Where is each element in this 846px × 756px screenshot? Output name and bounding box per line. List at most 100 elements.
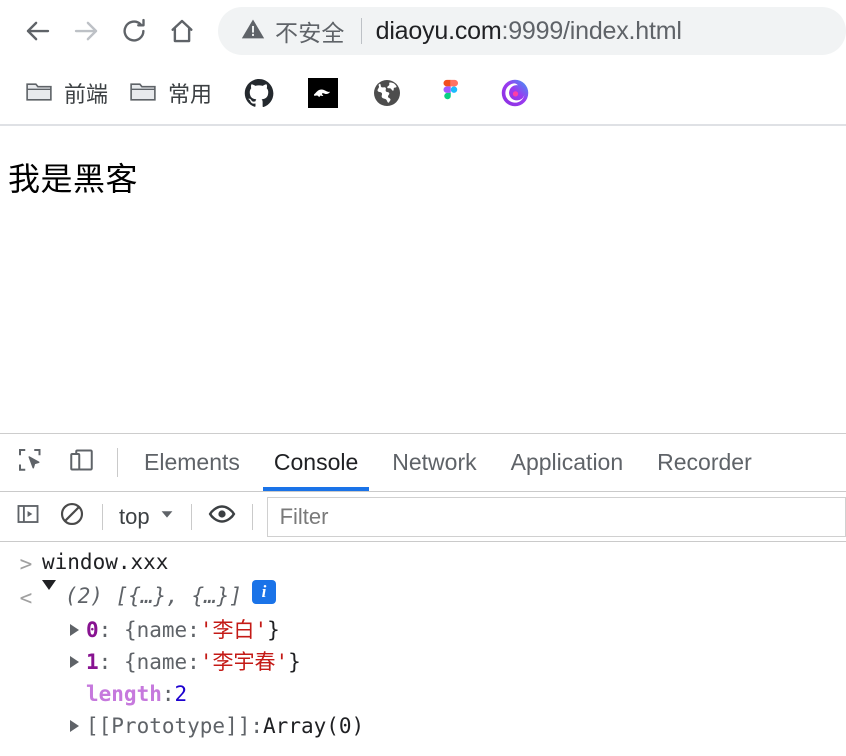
back-button[interactable] [14,7,62,55]
console-input-row: > window.xxx [0,546,846,580]
tab-network[interactable]: Network [375,434,493,491]
eye-icon [208,500,236,533]
github-icon [244,78,274,108]
arrow-right-icon [71,16,101,46]
console-toolbar: top [0,492,846,542]
array-preview: [{…}, {…}] [116,584,242,608]
inspect-element-button[interactable] [4,434,56,491]
entry-separator: : [162,678,175,710]
arrow-left-icon [23,16,53,46]
entry-close: } [288,646,301,678]
console-filter-input[interactable] [280,504,833,530]
browser-chrome: 不安全 diaoyu.com:9999/index.html 前端 [0,0,846,128]
tab-label: Application [511,449,624,476]
globe-icon [372,78,402,108]
console-entry-length[interactable]: length : 2 [0,678,846,710]
toolbar-divider [102,504,103,530]
bookmark-purple-circle-site[interactable] [492,71,538,115]
expand-entry-toggle[interactable] [70,624,79,636]
bookmark-label: 常用 [168,77,212,109]
toolbar-divider-2 [191,504,192,530]
console-entry-0[interactable]: 0 : {name: '李白' } [0,614,846,646]
reload-icon [119,16,149,46]
console-sidebar-button[interactable] [6,495,50,539]
tab-label: Console [274,449,358,476]
expand-entry-toggle[interactable] [70,656,79,668]
devtools-panel: Elements Console Network Application Rec… [0,433,846,756]
result-chevron: < [20,582,33,614]
console-sidebar-icon [15,501,41,532]
entry-key: 0 [86,614,99,646]
black-square-icon [308,78,338,108]
console-entry-prototype[interactable]: [[Prototype]] : Array(0) [0,710,846,742]
tab-application[interactable]: Application [494,434,641,491]
security-indicator[interactable]: 不安全 [240,14,345,48]
clear-console-button[interactable] [50,495,94,539]
bookmark-globe-site[interactable] [364,71,410,115]
console-result-icon: < [10,580,42,614]
page-viewport: 我是黑客 [0,128,846,433]
entry-separator: : {name: [99,646,200,678]
console-entry-1[interactable]: 1 : {name: '李宇春' } [0,646,846,678]
tab-label: Network [392,449,476,476]
bookmark-black-square-site[interactable] [300,71,346,115]
console-input-expression: window.xxx [42,546,168,578]
forward-button[interactable] [62,7,110,55]
toolbar-divider-3 [252,504,253,530]
tab-elements[interactable]: Elements [127,434,257,491]
tab-label: Recorder [657,449,752,476]
execution-context-label: top [119,504,150,530]
entry-value: Array(0) [263,710,364,742]
entry-key: length [86,678,162,710]
folder-icon [128,76,158,111]
prompt-chevron: > [20,548,33,580]
expand-array-toggle[interactable] [42,580,56,590]
entry-key: [[Prototype]] [86,710,250,742]
home-button[interactable] [158,7,206,55]
device-toolbar-button[interactable] [56,434,108,491]
reload-button[interactable] [110,7,158,55]
bookmark-folder-common[interactable]: 常用 [118,71,222,115]
url-display: diaoyu.com:9999/index.html [376,17,682,46]
tabbar-divider [117,448,118,477]
expand-entry-toggle[interactable] [70,720,79,732]
inspect-cursor-icon [15,445,45,480]
info-badge[interactable]: i [252,580,276,604]
bookmark-label: 前端 [64,77,108,109]
live-expression-button[interactable] [200,495,244,539]
tab-console[interactable]: Console [257,434,375,491]
address-bar[interactable]: 不安全 diaoyu.com:9999/index.html [218,7,846,55]
array-length-prefix: (2) [65,584,103,608]
entry-separator: : [250,710,263,742]
entry-value: '李白' [200,614,267,646]
bookmark-figma[interactable] [428,71,474,115]
console-prompt-icon: > [10,546,42,580]
entry-separator: : {name: [99,614,200,646]
tab-recorder[interactable]: Recorder [640,434,769,491]
execution-context-selector[interactable]: top [111,497,183,537]
console-filter-field[interactable] [267,497,846,537]
console-output[interactable]: > window.xxx < (2) [{…}, {…}] i 0 : {nam… [0,542,846,756]
entry-key: 1 [86,646,99,678]
warning-triangle-icon [240,16,266,47]
devtools-tabbar: Elements Console Network Application Rec… [0,434,846,492]
bookmarks-bar: 前端 常用 [0,62,846,126]
url-host: diaoyu.com [376,17,502,45]
entry-value: '李宇春' [200,646,288,678]
navigation-bar: 不安全 diaoyu.com:9999/index.html [0,0,846,62]
figma-icon [436,78,466,108]
purple-circle-icon [500,78,530,108]
bookmark-github[interactable] [236,71,282,115]
omnibox-divider [361,18,362,44]
tab-label: Elements [144,449,240,476]
device-toggle-icon [67,445,97,480]
bookmark-folder-frontend[interactable]: 前端 [14,71,118,115]
home-icon [167,16,197,46]
url-path: :9999/index.html [501,17,681,45]
folder-icon [24,76,54,111]
security-label: 不安全 [275,14,345,48]
entry-value: 2 [175,678,188,710]
console-result-row: < (2) [{…}, {…}] i [0,580,846,614]
clear-console-icon [59,501,85,532]
console-result-summary[interactable]: (2) [{…}, {…}] [65,580,242,612]
